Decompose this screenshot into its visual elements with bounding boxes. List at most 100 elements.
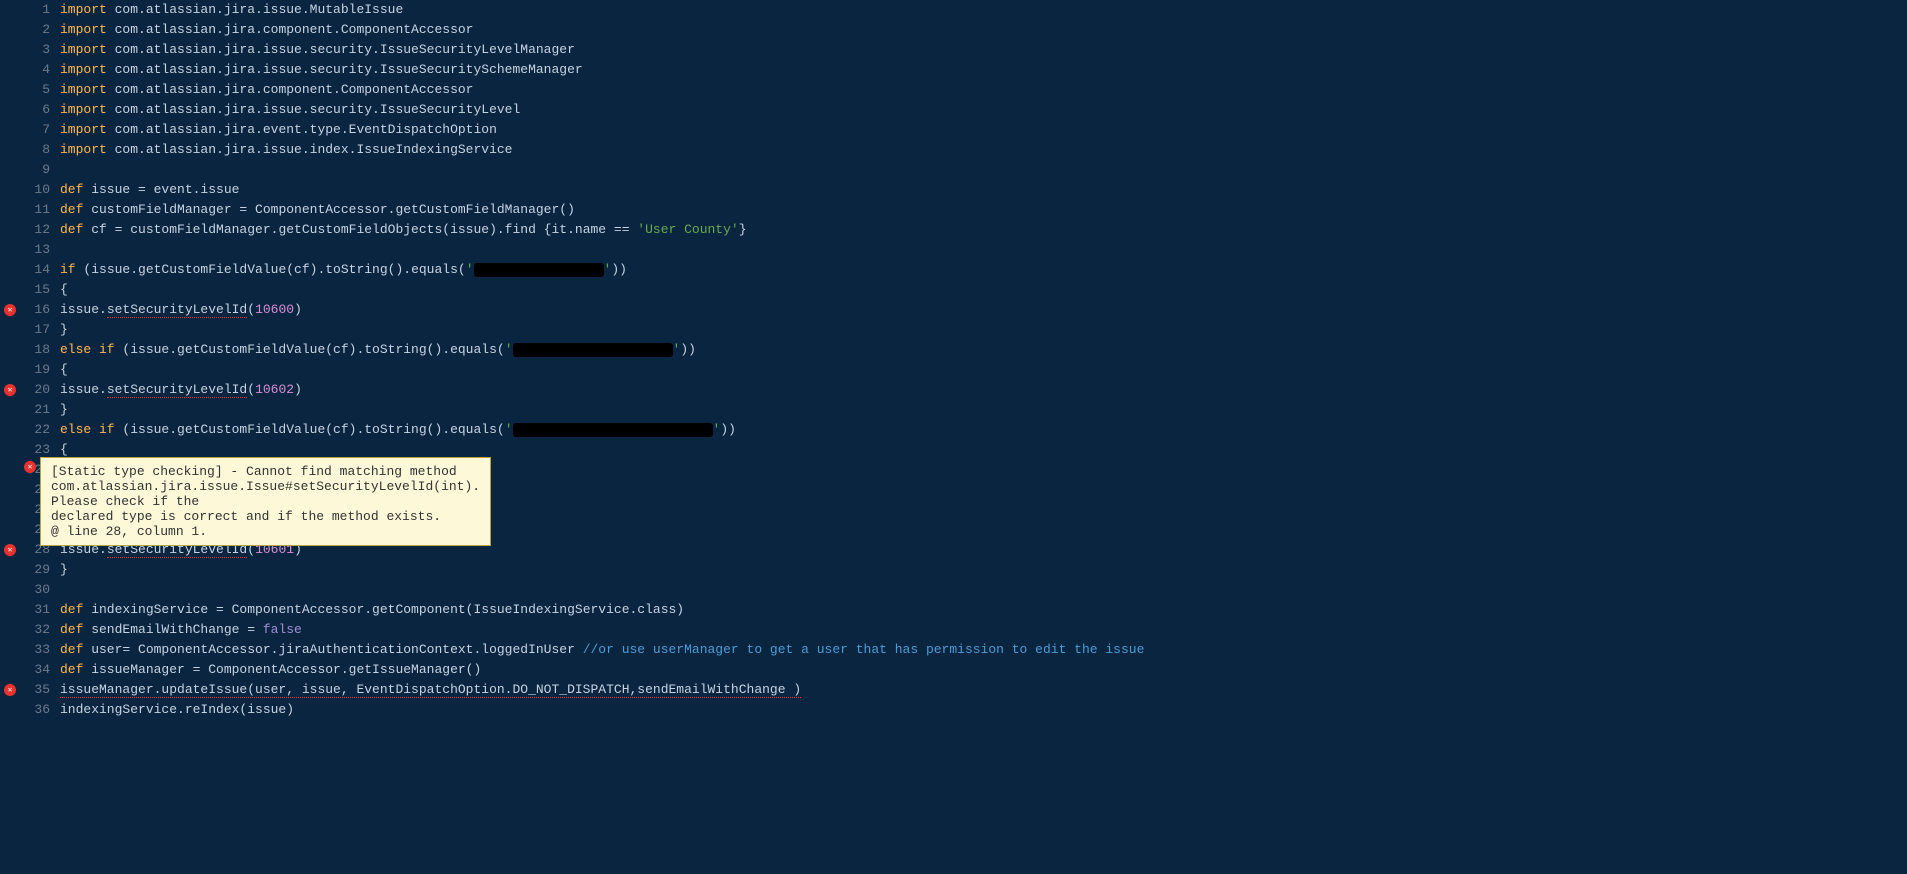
line-number: 11 (20, 200, 50, 220)
tooltip-text: @ line 28, column 1. (51, 524, 480, 539)
line-number: 12 (20, 220, 50, 240)
keyword: import (60, 62, 107, 77)
keyword: def (60, 202, 83, 217)
keyword: import (60, 102, 107, 117)
line-number: 21 (20, 400, 50, 420)
error-tooltip: [Static type checking] - Cannot find mat… (40, 457, 491, 546)
keyword: def (60, 642, 83, 657)
string-literal: 'User County' (637, 222, 738, 237)
code-line[interactable]: import com.atlassian.jira.issue.security… (60, 100, 1907, 120)
line-number: 33 (20, 640, 50, 660)
code-line[interactable]: { (60, 280, 1907, 300)
line-number: 35 (20, 680, 50, 700)
number-literal: 10602 (255, 382, 294, 397)
code-text: com.atlassian.jira.component.ComponentAc… (107, 82, 474, 97)
code-text: indexingService.reIndex(issue) (60, 702, 294, 717)
line-number: 7 (20, 120, 50, 140)
code-line[interactable]: else if (issue.getCustomFieldValue(cf).t… (60, 420, 1907, 440)
code-text: com.atlassian.jira.issue.security.IssueS… (107, 42, 575, 57)
code-line[interactable]: indexingService.reIndex(issue) (60, 700, 1907, 720)
line-number: 15 (20, 280, 50, 300)
line-number: 4 (20, 60, 50, 80)
code-line[interactable]: else if (issue.getCustomFieldValue(cf).t… (60, 340, 1907, 360)
code-line[interactable]: } (60, 400, 1907, 420)
code-line[interactable]: import com.atlassian.jira.event.type.Eve… (60, 120, 1907, 140)
code-line[interactable]: { (60, 360, 1907, 380)
code-line[interactable]: import com.atlassian.jira.component.Comp… (60, 80, 1907, 100)
keyword: else if (60, 342, 115, 357)
error-marker[interactable] (4, 684, 16, 696)
code-line[interactable] (60, 160, 1907, 180)
line-number: 16 (20, 300, 50, 320)
code-area[interactable]: import com.atlassian.jira.issue.MutableI… (60, 0, 1907, 874)
code-line[interactable]: if (issue.getCustomFieldValue(cf).toStri… (60, 260, 1907, 280)
code-text: } (60, 562, 68, 577)
code-text: } (60, 402, 68, 417)
code-line[interactable]: issue.setSecurityLevelId(10602) (60, 380, 1907, 400)
line-number: 17 (20, 320, 50, 340)
line-number: 30 (20, 580, 50, 600)
code-text: com.atlassian.jira.issue.index.IssueInde… (107, 142, 513, 157)
code-text: (issue.getCustomFieldValue(cf).toString(… (115, 342, 505, 357)
code-text: indexingService = ComponentAccessor.getC… (83, 602, 684, 617)
boolean-literal: false (263, 622, 302, 637)
code-text: ( (247, 382, 255, 397)
keyword: if (60, 262, 76, 277)
line-number: 1 (20, 0, 50, 20)
code-text: )) (611, 262, 627, 277)
line-number: 10 (20, 180, 50, 200)
code-line[interactable]: def issueManager = ComponentAccessor.get… (60, 660, 1907, 680)
error-underline: issueManager.updateIssue(user, issue, Ev… (60, 682, 801, 698)
code-text: issueManager = ComponentAccessor.getIssu… (83, 662, 481, 677)
line-number: 2 (20, 20, 50, 40)
code-line[interactable]: def issue = event.issue (60, 180, 1907, 200)
line-number: 13 (20, 240, 50, 260)
line-number: 22 (20, 420, 50, 440)
keyword: import (60, 122, 107, 137)
keyword: import (60, 142, 107, 157)
error-marker[interactable] (4, 544, 16, 556)
keyword: def (60, 622, 83, 637)
code-text: { (60, 362, 68, 377)
redacted-text (513, 423, 713, 437)
code-text: )) (720, 422, 736, 437)
code-text: com.atlassian.jira.event.type.EventDispa… (107, 122, 497, 137)
code-line[interactable]: def cf = customFieldManager.getCustomFie… (60, 220, 1907, 240)
code-text: issue. (60, 302, 107, 317)
code-line[interactable]: def indexingService = ComponentAccessor.… (60, 600, 1907, 620)
error-underline: setSecurityLevelId (107, 382, 247, 398)
code-line[interactable]: def customFieldManager = ComponentAccess… (60, 200, 1907, 220)
code-line[interactable] (60, 580, 1907, 600)
code-line[interactable]: def sendEmailWithChange = false (60, 620, 1907, 640)
code-line[interactable]: def user= ComponentAccessor.jiraAuthenti… (60, 640, 1907, 660)
code-line[interactable]: import com.atlassian.jira.issue.index.Is… (60, 140, 1907, 160)
error-marker[interactable] (4, 304, 16, 316)
keyword: else if (60, 422, 115, 437)
keyword: def (60, 602, 83, 617)
code-line[interactable]: issueManager.updateIssue(user, issue, Ev… (60, 680, 1907, 700)
code-line[interactable]: import com.atlassian.jira.issue.security… (60, 40, 1907, 60)
code-line[interactable] (60, 240, 1907, 260)
code-line[interactable]: } (60, 560, 1907, 580)
code-line[interactable]: import com.atlassian.jira.issue.MutableI… (60, 0, 1907, 20)
tooltip-text: declared type is correct and if the meth… (51, 509, 480, 524)
code-line[interactable]: issue.setSecurityLevelId(10600) (60, 300, 1907, 320)
code-text: (issue.getCustomFieldValue(cf).toString(… (115, 422, 505, 437)
code-text: com.atlassian.jira.component.ComponentAc… (107, 22, 474, 37)
line-number: 3 (20, 40, 50, 60)
keyword: import (60, 22, 107, 37)
code-line[interactable]: import com.atlassian.jira.component.Comp… (60, 20, 1907, 40)
keyword: import (60, 82, 107, 97)
line-number: 36 (20, 700, 50, 720)
code-text: customFieldManager = ComponentAccessor.g… (83, 202, 574, 217)
error-marker[interactable] (4, 384, 16, 396)
code-text: { (60, 442, 68, 457)
code-text: sendEmailWithChange = (83, 622, 262, 637)
code-line[interactable]: } (60, 320, 1907, 340)
line-number: 18 (20, 340, 50, 360)
line-number: 6 (20, 100, 50, 120)
keyword: def (60, 182, 83, 197)
error-icon (24, 461, 36, 473)
line-number-gutter: 1234567891011121314151617181920212223242… (20, 0, 60, 874)
code-line[interactable]: import com.atlassian.jira.issue.security… (60, 60, 1907, 80)
